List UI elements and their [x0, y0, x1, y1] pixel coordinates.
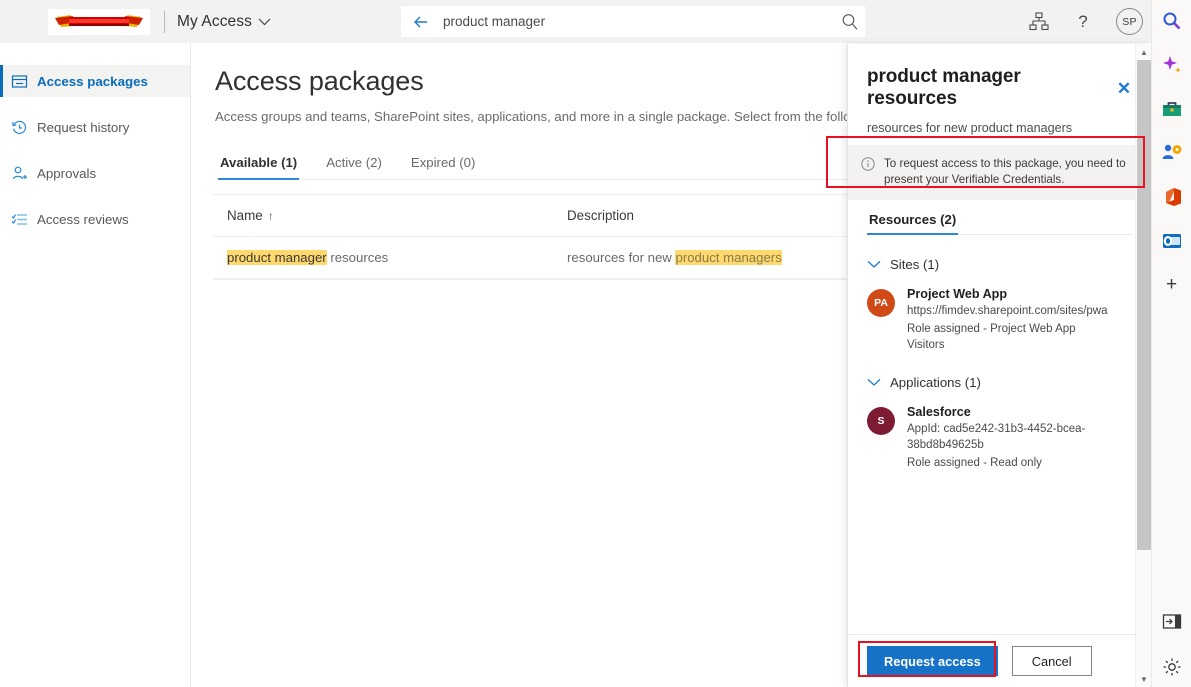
resource-role: Role assigned - Project Web App Visitors: [907, 322, 1107, 353]
panel-footer: Request access Cancel: [848, 634, 1136, 687]
cell-description: resources for new product managers: [567, 250, 849, 265]
cell-desc-suffix: s: [775, 250, 782, 265]
cell-name-rest: resources: [327, 250, 389, 265]
avatar: S: [867, 407, 895, 435]
scroll-down-arrow[interactable]: ▼: [1136, 671, 1152, 687]
people-settings-icon[interactable]: [1161, 142, 1183, 164]
chevron-down-icon: [258, 18, 271, 26]
checklist-icon: [11, 211, 28, 228]
panel-header: product manager resources ✕ resources fo…: [848, 44, 1151, 135]
sidebar-item-label: Access packages: [37, 74, 148, 89]
office-icon[interactable]: [1161, 186, 1183, 208]
resource-group-sites[interactable]: Sites (1): [867, 257, 1151, 272]
rail-bottom-actions: [1162, 613, 1182, 677]
redacted-logo-graphic: [51, 11, 147, 33]
gear-icon[interactable]: [1162, 657, 1182, 677]
resource-group-label: Applications (1): [890, 375, 981, 390]
back-arrow-icon[interactable]: [411, 12, 431, 32]
panel-title-row: product manager resources ✕: [867, 66, 1133, 110]
search-bar[interactable]: product manager: [401, 6, 865, 37]
resource-item-text: Salesforce AppId: cad5e242-31b3-4452-bce…: [907, 405, 1107, 472]
column-header-name-label: Name: [227, 208, 263, 223]
close-icon[interactable]: ✕: [1115, 80, 1133, 97]
top-bar-actions: ? SP: [1028, 0, 1143, 43]
resource-group-applications[interactable]: Applications (1): [867, 375, 1151, 390]
tab-active[interactable]: Active (2): [324, 151, 384, 179]
request-access-button[interactable]: Request access: [867, 646, 998, 676]
org-hierarchy-icon[interactable]: [1028, 11, 1050, 33]
search-input[interactable]: product manager: [443, 14, 545, 29]
app-title-label: My Access: [177, 13, 252, 31]
search-highlight: product manager: [227, 250, 327, 265]
panel-scrollbar[interactable]: ▲ ▼: [1135, 44, 1151, 687]
resource-name: Salesforce: [907, 405, 1107, 419]
panel-tab-list: Resources (2): [867, 209, 1133, 235]
help-icon[interactable]: ?: [1072, 11, 1094, 33]
cancel-button[interactable]: Cancel: [1012, 646, 1092, 676]
resource-item-salesforce[interactable]: S Salesforce AppId: cad5e242-31b3-4452-b…: [867, 405, 1151, 472]
column-header-description[interactable]: Description: [567, 208, 849, 223]
info-circle-icon: [861, 157, 875, 171]
resource-item-project-web-app[interactable]: PA Project Web App https://fimdev.sharep…: [867, 287, 1151, 354]
sidebar-item-approvals[interactable]: Approvals: [0, 157, 190, 189]
search-icon[interactable]: [1161, 10, 1183, 32]
sidebar-item-access-packages[interactable]: Access packages: [0, 65, 190, 97]
app-root: My Access product manager ? SP: [0, 0, 1191, 687]
add-plus-icon[interactable]: +: [1161, 274, 1183, 296]
sidebar-item-access-reviews[interactable]: Access reviews: [0, 203, 190, 235]
access-packages-icon: [11, 73, 28, 90]
copilot-sparkle-icon[interactable]: [1161, 54, 1183, 76]
sidebar-item-request-history[interactable]: Request history: [0, 111, 190, 143]
app-title[interactable]: My Access: [177, 13, 271, 31]
panel-title: product manager resources: [867, 66, 1115, 110]
package-details-panel: product manager resources ✕ resources fo…: [847, 44, 1151, 687]
resource-name: Project Web App: [907, 287, 1107, 301]
resource-detail: https://fimdev.sharepoint.com/sites/pwa: [907, 304, 1107, 320]
company-logo[interactable]: [48, 9, 150, 35]
sort-ascending-icon: ↑: [268, 209, 274, 223]
info-message-text: To request access to this package, you n…: [884, 156, 1137, 189]
search-icon[interactable]: [839, 11, 861, 33]
chevron-down-icon[interactable]: [867, 378, 881, 387]
sidebar-item-label: Access reviews: [37, 212, 129, 227]
resource-group-label: Sites (1): [890, 257, 939, 272]
history-clock-icon: [11, 119, 28, 136]
resource-item-text: Project Web App https://fimdev.sharepoin…: [907, 287, 1107, 354]
person-add-icon: [11, 165, 28, 182]
scroll-up-arrow[interactable]: ▲: [1136, 44, 1152, 60]
search-highlight: product manager: [675, 250, 775, 265]
tab-available[interactable]: Available (1): [218, 151, 299, 179]
scrollbar-thumb[interactable]: [1137, 60, 1151, 550]
tab-expired[interactable]: Expired (0): [409, 151, 478, 179]
sidebar: Access packages Request history Approval…: [0, 43, 191, 687]
briefcase-icon[interactable]: [1161, 98, 1183, 120]
panel-subtitle: resources for new product managers: [867, 121, 1133, 135]
header-divider: [164, 11, 165, 33]
info-message-bar: To request access to this package, you n…: [848, 145, 1151, 200]
avatar: PA: [867, 289, 895, 317]
resource-detail: AppId: cad5e242-31b3-4452-bcea-38bd8b496…: [907, 422, 1107, 453]
sidebar-item-label: Approvals: [37, 166, 96, 181]
outlook-icon[interactable]: [1161, 230, 1183, 252]
user-avatar[interactable]: SP: [1116, 8, 1143, 35]
chevron-down-icon[interactable]: [867, 260, 881, 269]
app-rail: +: [1151, 0, 1191, 687]
expand-panel-icon[interactable]: [1162, 613, 1182, 631]
cell-desc-prefix: resources for new: [567, 250, 675, 265]
column-header-name[interactable]: Name ↑: [227, 208, 567, 223]
tab-resources[interactable]: Resources (2): [867, 209, 958, 234]
panel-body: Sites (1) PA Project Web App https://fim…: [848, 257, 1151, 472]
resource-role: Role assigned - Read only: [907, 456, 1107, 472]
sidebar-item-label: Request history: [37, 120, 129, 135]
cell-name: product manager resources: [227, 250, 567, 265]
